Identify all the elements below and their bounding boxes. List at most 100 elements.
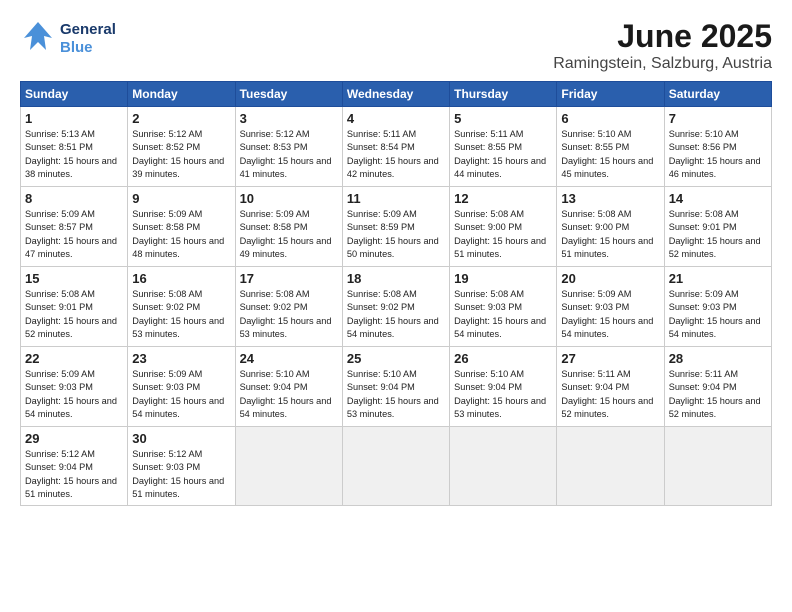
day-info: Sunrise: 5:11 AMSunset: 9:04 PMDaylight:…	[669, 368, 767, 421]
calendar-cell	[450, 427, 557, 506]
day-number: 21	[669, 271, 767, 286]
day-number: 7	[669, 111, 767, 126]
calendar-cell: 5 Sunrise: 5:11 AMSunset: 8:55 PMDaylight…	[450, 107, 557, 187]
day-info: Sunrise: 5:10 AMSunset: 8:55 PMDaylight:…	[561, 128, 659, 181]
day-number: 11	[347, 191, 445, 206]
day-info: Sunrise: 5:12 AMSunset: 8:52 PMDaylight:…	[132, 128, 230, 181]
day-info: Sunrise: 5:08 AMSunset: 9:02 PMDaylight:…	[240, 288, 338, 341]
calendar-cell: 28 Sunrise: 5:11 AMSunset: 9:04 PMDayligh…	[664, 347, 771, 427]
calendar-cell: 4 Sunrise: 5:11 AMSunset: 8:54 PMDaylight…	[342, 107, 449, 187]
calendar-cell: 8 Sunrise: 5:09 AMSunset: 8:57 PMDaylight…	[21, 187, 128, 267]
header-saturday: Saturday	[664, 82, 771, 107]
day-number: 10	[240, 191, 338, 206]
calendar-cell	[664, 427, 771, 506]
day-info: Sunrise: 5:09 AMSunset: 8:58 PMDaylight:…	[132, 208, 230, 261]
calendar-cell: 14Sunrise: 5:08 AMSunset: 9:01 PMDayligh…	[664, 187, 771, 267]
calendar-cell: 22 Sunrise: 5:09 AMSunset: 9:03 PMDayligh…	[21, 347, 128, 427]
day-number: 17	[240, 271, 338, 286]
day-number: 3	[240, 111, 338, 126]
calendar-subtitle: Ramingstein, Salzburg, Austria	[553, 55, 772, 73]
day-number: 25	[347, 351, 445, 366]
weekday-header-row: Sunday Monday Tuesday Wednesday Thursday…	[21, 82, 772, 107]
day-number: 5	[454, 111, 552, 126]
day-number: 24	[240, 351, 338, 366]
calendar-cell: 17 Sunrise: 5:08 AMSunset: 9:02 PMDayligh…	[235, 267, 342, 347]
day-info: Sunrise: 5:12 AMSunset: 9:03 PMDaylight:…	[132, 448, 230, 501]
calendar-cell: 23 Sunrise: 5:09 AMSunset: 9:03 PMDayligh…	[128, 347, 235, 427]
title-block: June 2025 Ramingstein, Salzburg, Austria	[553, 18, 772, 73]
header-tuesday: Tuesday	[235, 82, 342, 107]
calendar-week-row: 1 Sunrise: 5:13 AMSunset: 8:51 PMDaylight…	[21, 107, 772, 187]
day-info: Sunrise: 5:12 AMSunset: 9:04 PMDaylight:…	[25, 448, 123, 501]
day-number: 28	[669, 351, 767, 366]
calendar-cell: 24 Sunrise: 5:10 AMSunset: 9:04 PMDayligh…	[235, 347, 342, 427]
day-info: Sunrise: 5:09 AMSunset: 8:59 PMDaylight:…	[347, 208, 445, 261]
calendar-cell: 7 Sunrise: 5:10 AMSunset: 8:56 PMDaylight…	[664, 107, 771, 187]
day-number: 15	[25, 271, 123, 286]
calendar-cell: 9Sunrise: 5:09 AMSunset: 8:58 PMDaylight…	[128, 187, 235, 267]
day-number: 12	[454, 191, 552, 206]
day-info: Sunrise: 5:08 AMSunset: 9:02 PMDaylight:…	[347, 288, 445, 341]
page: General Blue June 2025 Ramingstein, Salz…	[0, 0, 792, 612]
day-info: Sunrise: 5:11 AMSunset: 8:54 PMDaylight:…	[347, 128, 445, 181]
header-friday: Friday	[557, 82, 664, 107]
day-number: 4	[347, 111, 445, 126]
calendar-cell: 18 Sunrise: 5:08 AMSunset: 9:02 PMDayligh…	[342, 267, 449, 347]
day-info: Sunrise: 5:08 AMSunset: 9:02 PMDaylight:…	[132, 288, 230, 341]
calendar-cell: 25Sunrise: 5:10 AMSunset: 9:04 PMDayligh…	[342, 347, 449, 427]
calendar-cell: 29Sunrise: 5:12 AMSunset: 9:04 PMDayligh…	[21, 427, 128, 506]
header-monday: Monday	[128, 82, 235, 107]
calendar-cell	[342, 427, 449, 506]
calendar-week-row: 22 Sunrise: 5:09 AMSunset: 9:03 PMDayligh…	[21, 347, 772, 427]
header-wednesday: Wednesday	[342, 82, 449, 107]
day-info: Sunrise: 5:09 AMSunset: 8:57 PMDaylight:…	[25, 208, 123, 261]
day-info: Sunrise: 5:08 AMSunset: 9:00 PMDaylight:…	[561, 208, 659, 261]
calendar-cell	[235, 427, 342, 506]
calendar-cell: 11 Sunrise: 5:09 AMSunset: 8:59 PMDayligh…	[342, 187, 449, 267]
day-number: 23	[132, 351, 230, 366]
header: General Blue June 2025 Ramingstein, Salz…	[20, 18, 772, 73]
logo-line1: General	[60, 21, 116, 39]
day-info: Sunrise: 5:12 AMSunset: 8:53 PMDaylight:…	[240, 128, 338, 181]
calendar-cell: 3 Sunrise: 5:12 AMSunset: 8:53 PMDaylight…	[235, 107, 342, 187]
calendar-week-row: 29Sunrise: 5:12 AMSunset: 9:04 PMDayligh…	[21, 427, 772, 506]
day-info: Sunrise: 5:10 AMSunset: 8:56 PMDaylight:…	[669, 128, 767, 181]
calendar-cell: 1 Sunrise: 5:13 AMSunset: 8:51 PMDaylight…	[21, 107, 128, 187]
day-number: 22	[25, 351, 123, 366]
day-number: 26	[454, 351, 552, 366]
day-info: Sunrise: 5:08 AMSunset: 9:01 PMDaylight:…	[25, 288, 123, 341]
calendar-cell: 6Sunrise: 5:10 AMSunset: 8:55 PMDaylight…	[557, 107, 664, 187]
day-info: Sunrise: 5:08 AMSunset: 9:03 PMDaylight:…	[454, 288, 552, 341]
calendar-cell: 19 Sunrise: 5:08 AMSunset: 9:03 PMDayligh…	[450, 267, 557, 347]
header-thursday: Thursday	[450, 82, 557, 107]
day-number: 8	[25, 191, 123, 206]
day-number: 14	[669, 191, 767, 206]
calendar-cell: 26Sunrise: 5:10 AMSunset: 9:04 PMDayligh…	[450, 347, 557, 427]
logo-line2: Blue	[60, 39, 116, 57]
day-info: Sunrise: 5:11 AMSunset: 8:55 PMDaylight:…	[454, 128, 552, 181]
calendar-cell: 20Sunrise: 5:09 AMSunset: 9:03 PMDayligh…	[557, 267, 664, 347]
calendar-cell: 12Sunrise: 5:08 AMSunset: 9:00 PMDayligh…	[450, 187, 557, 267]
calendar-cell: 27 Sunrise: 5:11 AMSunset: 9:04 PMDayligh…	[557, 347, 664, 427]
logo: General Blue	[20, 18, 116, 59]
day-number: 27	[561, 351, 659, 366]
header-sunday: Sunday	[21, 82, 128, 107]
calendar-title: June 2025	[553, 18, 772, 55]
day-number: 16	[132, 271, 230, 286]
day-info: Sunrise: 5:09 AMSunset: 9:03 PMDaylight:…	[669, 288, 767, 341]
calendar-week-row: 15 Sunrise: 5:08 AMSunset: 9:01 PMDayligh…	[21, 267, 772, 347]
day-number: 1	[25, 111, 123, 126]
day-number: 30	[132, 431, 230, 446]
day-info: Sunrise: 5:10 AMSunset: 9:04 PMDaylight:…	[240, 368, 338, 421]
day-number: 19	[454, 271, 552, 286]
day-info: Sunrise: 5:09 AMSunset: 9:03 PMDaylight:…	[132, 368, 230, 421]
calendar-cell: 30 Sunrise: 5:12 AMSunset: 9:03 PMDayligh…	[128, 427, 235, 506]
day-info: Sunrise: 5:09 AMSunset: 8:58 PMDaylight:…	[240, 208, 338, 261]
day-info: Sunrise: 5:09 AMSunset: 9:03 PMDaylight:…	[25, 368, 123, 421]
calendar-week-row: 8 Sunrise: 5:09 AMSunset: 8:57 PMDaylight…	[21, 187, 772, 267]
day-info: Sunrise: 5:13 AMSunset: 8:51 PMDaylight:…	[25, 128, 123, 181]
day-info: Sunrise: 5:11 AMSunset: 9:04 PMDaylight:…	[561, 368, 659, 421]
calendar-cell: 15 Sunrise: 5:08 AMSunset: 9:01 PMDayligh…	[21, 267, 128, 347]
calendar-cell: 2Sunrise: 5:12 AMSunset: 8:52 PMDaylight…	[128, 107, 235, 187]
day-number: 18	[347, 271, 445, 286]
